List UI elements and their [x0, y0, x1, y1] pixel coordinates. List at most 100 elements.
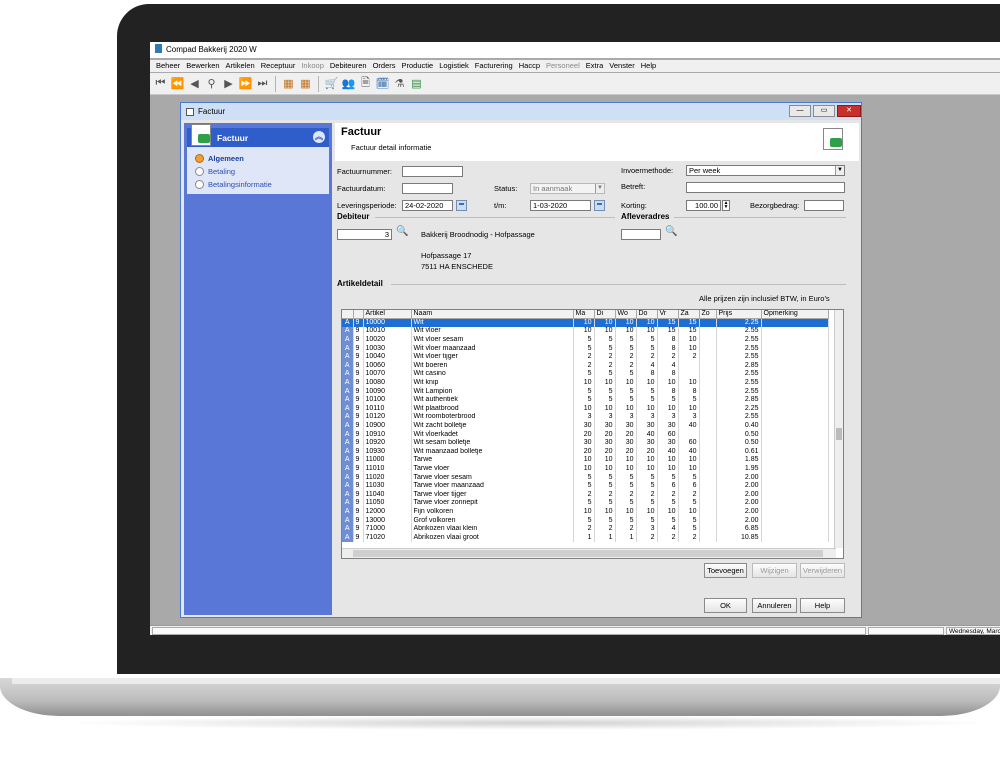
menu-item-bewerken[interactable]: Bewerken	[183, 60, 222, 72]
table-row[interactable]: A 9 10010 Wit vloer 10 10 10 10 15 15 2.55	[342, 327, 829, 336]
column-header[interactable]: Wo	[615, 310, 637, 320]
factuurdatum-field[interactable]	[402, 183, 453, 194]
table-row[interactable]: A 9 11030 Tarwe vloer maanzaad 5 5 5 5 6 6 2.00	[342, 481, 829, 491]
menu-item-extra[interactable]: Extra	[583, 60, 607, 72]
sidebar-header[interactable]: Factuur ︽	[187, 124, 329, 147]
table-row[interactable]: A 9 10900 Wit zacht bolletje 30 30 30 30 30 40 0.4…	[342, 421, 829, 431]
leveringsperiode-from-field[interactable]: 24-02-2020	[402, 200, 453, 211]
toevoegen-button[interactable]: Toevoegen	[704, 563, 747, 578]
table-row[interactable]: A 9 10060 Wit boeren 2 2 2 4 4 2.85	[342, 361, 829, 371]
table-row[interactable]: A 9 71000 Abrikozen vlaai klein 2 2 2 3 4 5 6.85	[342, 524, 829, 534]
table-row[interactable]: A 9 10120 Wit roomboterbrood 3 3 3 3 3 3 2.55	[342, 413, 829, 422]
lab-icon[interactable]: ⚗	[392, 76, 407, 91]
betreft-field[interactable]	[686, 182, 845, 193]
last-record-icon[interactable]: ⏭	[255, 76, 270, 91]
article-icon[interactable]: ▦	[281, 76, 296, 91]
table-row[interactable]: A 9 10910 Wit vloerkadet 20 20 20 40 60 0.50	[342, 430, 829, 439]
help-button[interactable]: Help	[800, 598, 845, 613]
table-row[interactable]: A 9 13000 Grof volkoren 5 5 5 5 5 5 2.00	[342, 516, 829, 525]
menu-item-personeel[interactable]: Personeel	[543, 60, 583, 72]
wijzigen-button[interactable]: Wijzigen	[752, 563, 797, 578]
cart-icon[interactable]: 🛒	[324, 76, 339, 91]
search-icon[interactable]: 🔍	[396, 226, 408, 237]
column-header[interactable]: Opmerking	[761, 310, 829, 320]
factuurnummer-field[interactable]	[402, 166, 463, 177]
table-row[interactable]: A 9 10930 Wit maanzaad bolletje 20 20 20 20 40 40…	[342, 447, 829, 457]
table-row[interactable]: A 9 11050 Tarwe vloer zonnepit 5 5 5 5 5 5 2.00	[342, 499, 829, 508]
sidebar-item-betalingsinformatie[interactable]: Betalingsinformatie	[187, 178, 329, 191]
calendar-icon[interactable]	[456, 200, 467, 211]
first-record-icon[interactable]: ⏮	[153, 76, 168, 91]
menu-item-beheer[interactable]: Beheer	[153, 60, 183, 72]
next-page-icon[interactable]: ⏩	[238, 76, 253, 91]
table-row[interactable]: A 9 11010 Tarwe vloer 10 10 10 10 10 10 1.95	[342, 464, 829, 474]
annuleren-button[interactable]: Annuleren	[752, 598, 797, 613]
binoculars-icon[interactable]: ⚲	[204, 76, 219, 91]
menu-item-receptuur[interactable]: Receptuur	[258, 60, 299, 72]
verwijderen-button[interactable]: Verwijderen	[800, 563, 845, 578]
previous-record-icon[interactable]: ◀	[187, 76, 202, 91]
table-row[interactable]: A 9 11040 Tarwe vloer tijger 2 2 2 2 2 2 2.00	[342, 490, 829, 500]
invoice-icon[interactable]: ▤	[409, 76, 424, 91]
menu-item-productie[interactable]: Productie	[399, 60, 437, 72]
column-header[interactable]: Artikel	[363, 310, 412, 320]
column-header[interactable]: Di	[594, 310, 616, 320]
recipe-icon[interactable]: ▦	[298, 76, 313, 91]
table-row[interactable]: A 9 10090 Wit Lampion 5 5 5 5 8 8 2.55	[342, 387, 829, 396]
column-header[interactable]	[342, 310, 354, 320]
document-icon[interactable]: 🗎	[358, 76, 373, 91]
menu-item-debiteuren[interactable]: Debiteuren	[327, 60, 370, 72]
menu-item-artikelen[interactable]: Artikelen	[223, 60, 258, 72]
column-header[interactable]: Zo	[699, 310, 717, 320]
table-row[interactable]: A 9 12000 Fijn volkoren 10 10 10 10 10 10 2.00	[342, 507, 829, 517]
column-header[interactable]	[353, 310, 364, 320]
table-row[interactable]: A 9 11000 Tarwe 10 10 10 10 10 10 1.85	[342, 456, 829, 465]
menu-item-venster[interactable]: Venster	[606, 60, 637, 72]
column-header[interactable]: Prijs	[716, 310, 762, 320]
column-header[interactable]: Vr	[657, 310, 679, 320]
table-row[interactable]: A 9 10920 Wit sesam bolletje 30 30 30 30 30 60 0.5…	[342, 438, 829, 448]
leveringsperiode-to-field[interactable]: 1-03-2020	[530, 200, 591, 211]
sidebar-item-betaling[interactable]: Betaling	[187, 165, 329, 178]
column-header[interactable]: Naam	[411, 310, 574, 320]
bezorgbedrag-field[interactable]	[804, 200, 844, 211]
customers-icon[interactable]: 👥	[341, 76, 356, 91]
menu-item-orders[interactable]: Orders	[370, 60, 399, 72]
table-row[interactable]: A 9 11020 Tarwe vloer sesam 5 5 5 5 5 5 2.00	[342, 473, 829, 482]
horizontal-scrollbar[interactable]	[342, 548, 836, 558]
scroll-thumb[interactable]	[836, 428, 842, 440]
table-row[interactable]: A 9 10040 Wit vloer tijger 2 2 2 2 2 2 2.55	[342, 352, 829, 362]
menu-item-inkoop[interactable]: Inkoop	[298, 60, 327, 72]
menu-item-logistiek[interactable]: Logistiek	[436, 60, 472, 72]
maximize-button[interactable]: ▭	[813, 105, 835, 117]
korting-field[interactable]: 100.00	[686, 200, 721, 211]
calendar-icon[interactable]	[594, 200, 605, 211]
invoermethode-select[interactable]: Per week ▼	[686, 165, 845, 176]
menu-item-help[interactable]: Help	[638, 60, 659, 72]
column-header[interactable]: Do	[636, 310, 658, 320]
search-icon[interactable]: 🔍	[665, 226, 677, 237]
menu-item-haccp[interactable]: Haccp	[516, 60, 543, 72]
menu-item-facturering[interactable]: Facturering	[472, 60, 516, 72]
vertical-scrollbar[interactable]	[834, 310, 843, 548]
korting-spinner[interactable]: ▲ ▼	[722, 200, 730, 211]
afleveradres-field[interactable]	[621, 229, 661, 240]
table-row[interactable]: A 9 10070 Wit casino 5 5 5 8 8 2.55	[342, 370, 829, 379]
schedule-icon[interactable]: 🗓	[375, 76, 390, 91]
chevron-down-icon[interactable]: ▼	[835, 166, 844, 175]
artikel-grid[interactable]: Artikel Naam Ma Di Wo Do Vr Za Zo Prijs Opmerking …	[341, 309, 844, 559]
table-row[interactable]: A 9 71020 Abrikozen vlaai groot 1 1 1 2 2 2 10.85	[342, 533, 829, 543]
debiteur-number-field[interactable]: 3	[337, 229, 392, 240]
table-row[interactable]: A 9 10000 Wit 10 10 10 10 15 15 2.25	[342, 318, 829, 328]
collapse-icon[interactable]: ︽	[313, 131, 325, 143]
table-row[interactable]: A 9 10020 Wit vloer sesam 5 5 5 5 8 10 2.55	[342, 335, 829, 345]
table-row[interactable]: A 9 10030 Wit vloer maanzaad 5 5 5 5 8 10 2.55	[342, 344, 829, 353]
column-header[interactable]: Ma	[573, 310, 595, 320]
next-record-icon[interactable]: ▶	[221, 76, 236, 91]
close-button[interactable]: ✕	[837, 105, 861, 117]
column-header[interactable]: Za	[678, 310, 700, 320]
table-row[interactable]: A 9 10110 Wit plaatbrood 10 10 10 10 10 10 2.25	[342, 404, 829, 414]
sidebar-item-algemeen[interactable]: Algemeen	[187, 152, 329, 165]
table-row[interactable]: A 9 10100 Wit authentiek 5 5 5 5 5 5 2.85	[342, 395, 829, 405]
ok-button[interactable]: OK	[704, 598, 747, 613]
